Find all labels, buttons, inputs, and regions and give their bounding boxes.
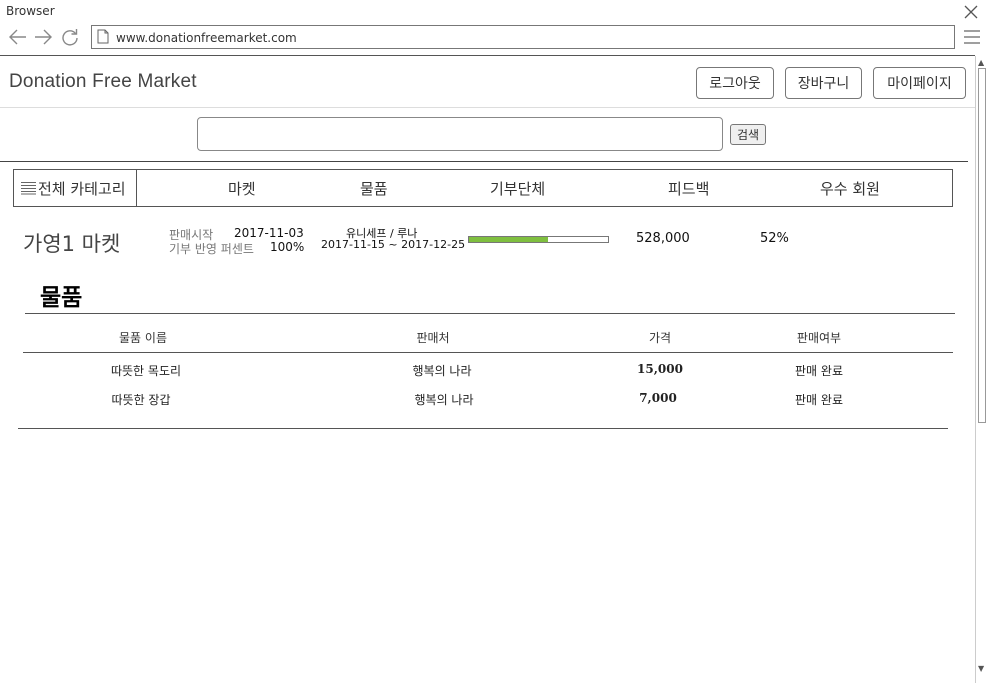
menu-icon[interactable] <box>963 29 981 45</box>
reload-icon[interactable] <box>60 28 80 46</box>
search-input[interactable] <box>197 117 723 151</box>
scroll-up-icon[interactable]: ▲ <box>978 58 984 67</box>
address-bar[interactable]: www.donationfreemarket.com <box>91 25 955 49</box>
column-header-price: 가격 <box>648 331 672 345</box>
price-cell: 7,000 <box>639 391 677 405</box>
seller-cell: 행복의 나라 <box>412 364 472 378</box>
vertical-scrollbar[interactable]: ▲ ▼ <box>975 56 987 683</box>
nav-item-market[interactable]: 마켓 <box>228 178 256 199</box>
scroll-thumb[interactable] <box>978 68 986 423</box>
page-icon <box>97 29 109 44</box>
list-icon <box>21 182 36 195</box>
column-header-seller: 판매처 <box>416 331 450 345</box>
sale-status-cell: 판매 완료 <box>795 364 843 378</box>
column-header-item-name: 물품 이름 <box>119 331 167 345</box>
nav-item-organizations[interactable]: 기부단체 <box>490 178 545 199</box>
all-categories-label: 전체 카테고리 <box>38 179 126 198</box>
search-button[interactable]: 검색 <box>730 124 766 145</box>
logout-button[interactable]: 로그아웃 <box>696 67 774 99</box>
search-divider <box>0 161 968 162</box>
table-bottom-divider <box>18 428 948 429</box>
url-text: www.donationfreemarket.com <box>116 31 297 45</box>
market-name: 가영1 마켓 <box>23 232 121 256</box>
header-divider <box>0 107 975 108</box>
donation-amount: 528,000 <box>636 231 690 246</box>
category-nav: 전체 카테고리 마켓 물품 기부단체 피드백 우수 회원 <box>13 169 953 207</box>
close-icon[interactable] <box>963 4 979 20</box>
item-name-cell[interactable]: 따뜻한 목도리 <box>111 362 181 379</box>
price-cell: 15,000 <box>637 362 683 376</box>
donation-percent: 52% <box>760 231 789 246</box>
sale-start-value: 2017-11-03 <box>234 226 304 240</box>
all-categories-button[interactable]: 전체 카테고리 <box>14 170 137 206</box>
goods-section-title: 물품 <box>40 285 83 311</box>
donation-period: 2017-11-15 ~ 2017-12-25 <box>321 238 466 251</box>
donation-progress-bar <box>468 236 609 243</box>
mypage-button[interactable]: 마이페이지 <box>873 67 966 99</box>
donation-percent-value: 100% <box>270 240 305 254</box>
sale-status-cell: 판매 완료 <box>795 393 843 407</box>
seller-cell: 행복의 나라 <box>414 393 474 407</box>
cart-button[interactable]: 장바구니 <box>785 67 862 99</box>
back-arrow-icon[interactable] <box>8 28 28 46</box>
forward-arrow-icon[interactable] <box>33 28 53 46</box>
nav-item-goods[interactable]: 물품 <box>360 178 388 199</box>
nav-item-feedback[interactable]: 피드백 <box>668 178 709 199</box>
chrome-divider <box>0 55 975 56</box>
donation-progress-fill <box>469 237 549 242</box>
table-header-divider <box>23 352 953 353</box>
column-header-sale-status: 판매여부 <box>796 331 842 345</box>
scroll-down-icon[interactable]: ▼ <box>978 664 984 673</box>
site-title[interactable]: Donation Free Market <box>9 71 197 93</box>
browser-title: Browser <box>6 4 55 18</box>
nav-item-top-members[interactable]: 우수 회원 <box>820 178 880 199</box>
donation-percent-label: 기부 반영 퍼센트 <box>169 242 254 256</box>
section-divider <box>25 313 955 314</box>
item-name-cell[interactable]: 따뜻한 장갑 <box>111 391 170 408</box>
